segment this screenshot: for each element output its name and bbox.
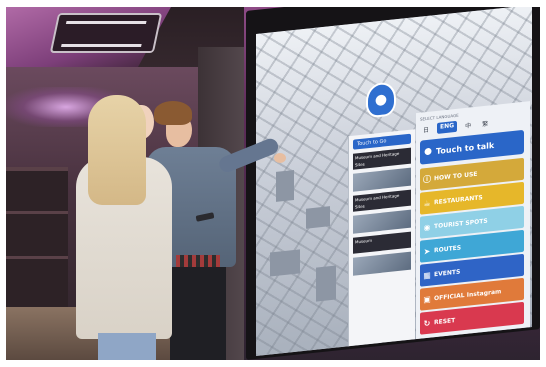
touch-screen-bezel: ● Touch to Go Museum and Heritage Sites … xyxy=(246,7,540,360)
main-menu: SELECT LANGUAGE 日 ENG 中 繁 ● Touch to tal… xyxy=(416,101,530,340)
panel-header[interactable]: Touch to Go xyxy=(353,133,411,150)
instagram-icon: ▣ xyxy=(423,294,431,304)
result-card[interactable]: Museum and Heritage Sites xyxy=(353,189,411,212)
man-hand xyxy=(274,153,286,163)
menu-label: EVENTS xyxy=(434,267,461,278)
calendar-icon: ▦ xyxy=(423,270,431,280)
shelf-row xyxy=(6,211,68,214)
camera-icon: ◉ xyxy=(423,222,431,232)
map-building xyxy=(270,249,300,277)
talk-label: Touch to talk xyxy=(436,140,495,156)
hanging-sign xyxy=(49,13,163,53)
menu-label: OFFICIAL Instagram xyxy=(434,287,502,302)
results-panel: Touch to Go Museum and Heritage Sites Mu… xyxy=(348,129,415,347)
result-image[interactable] xyxy=(353,167,411,192)
route-icon: ➤ xyxy=(423,246,431,256)
result-card[interactable]: Museum xyxy=(353,231,411,254)
language-option-ja[interactable]: 日 xyxy=(420,123,432,135)
reset-icon: ↻ xyxy=(423,318,431,328)
display-shelf xyxy=(6,167,68,311)
menu-label: HOW TO USE xyxy=(434,170,478,182)
restaurant-icon: ☕ xyxy=(423,198,431,208)
menu-label: RESTAURANTS xyxy=(434,193,483,206)
info-icon: ⓘ xyxy=(423,174,431,184)
man-hair xyxy=(154,101,192,125)
woman-jeans xyxy=(98,333,156,360)
map-building xyxy=(306,206,330,229)
language-option-zh-tw[interactable]: 繁 xyxy=(479,117,491,129)
man-pants xyxy=(170,267,226,360)
language-option-zh[interactable]: 中 xyxy=(462,119,474,131)
photo: ● Touch to Go Museum and Heritage Sites … xyxy=(6,7,540,360)
menu-label: ROUTES xyxy=(434,243,462,254)
language-option-en[interactable]: ENG xyxy=(437,120,458,134)
result-image[interactable] xyxy=(353,209,411,234)
shelf-row xyxy=(6,256,68,259)
map-building xyxy=(276,169,294,202)
menu-label: RESET xyxy=(434,316,456,326)
sign-lettering xyxy=(61,21,147,47)
result-image[interactable] xyxy=(353,251,411,276)
result-card[interactable]: Museum and Heritage Sites xyxy=(353,147,411,170)
microphone-icon: ● xyxy=(424,146,432,158)
menu-label: TOURIST SPOTS xyxy=(434,217,488,230)
woman-hair xyxy=(88,95,146,205)
map-building xyxy=(316,265,336,302)
touch-screen[interactable]: ● Touch to Go Museum and Heritage Sites … xyxy=(256,7,532,356)
